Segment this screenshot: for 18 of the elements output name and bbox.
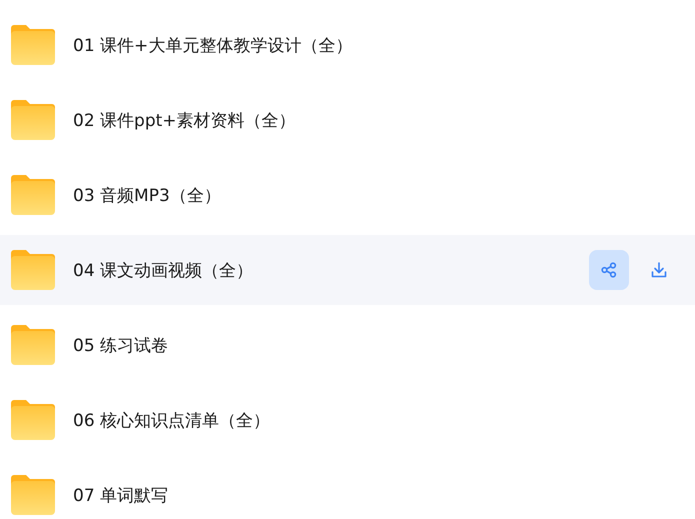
folder-icon <box>11 250 55 290</box>
folder-icon <box>11 100 55 140</box>
file-row[interactable]: 04 课文动画视频（全） <box>0 235 695 305</box>
share-icon <box>600 261 618 279</box>
folder-name[interactable]: 01 课件+大单元整体教学设计（全） <box>73 34 352 56</box>
folder-name[interactable]: 03 音频MP3（全） <box>73 184 221 206</box>
folder-icon <box>11 175 55 215</box>
folder-name[interactable]: 02 课件ppt+素材资料（全） <box>73 108 296 132</box>
folder-name[interactable]: 05 练习试卷 <box>73 334 168 356</box>
folder-name[interactable]: 06 核心知识点清单（全） <box>73 408 270 432</box>
folder-icon <box>11 475 55 515</box>
share-button[interactable] <box>589 250 629 290</box>
folder-name[interactable]: 04 课文动画视频（全） <box>73 258 254 282</box>
folder-icon <box>11 25 55 65</box>
download-icon <box>650 261 668 279</box>
folder-name[interactable]: 07 单词默写 <box>73 484 168 506</box>
folder-icon <box>11 325 55 365</box>
folder-icon <box>11 400 55 440</box>
